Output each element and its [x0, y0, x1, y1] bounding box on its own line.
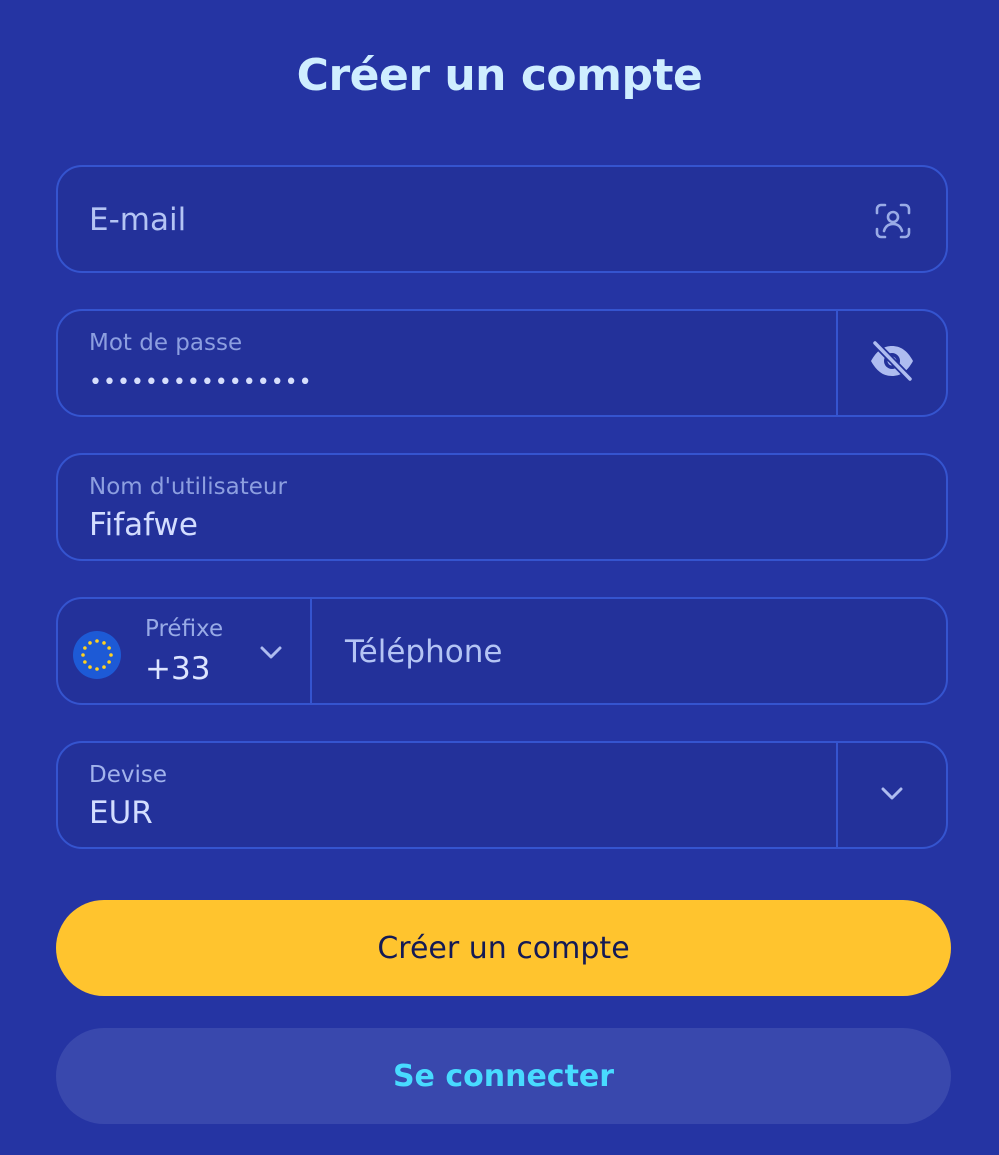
password-field[interactable]: Mot de passe ••••••••••••••••	[56, 309, 948, 417]
email-placeholder: E-mail	[89, 202, 187, 238]
email-field[interactable]: E-mail	[56, 165, 948, 273]
chevron-down-icon	[878, 779, 906, 811]
username-label: Nom d'utilisateur	[89, 474, 287, 500]
prefix-value: +33	[145, 651, 211, 687]
currency-dropdown-toggle[interactable]	[836, 743, 946, 847]
password-label: Mot de passe	[89, 330, 243, 356]
username-field[interactable]: Nom d'utilisateur Fifafwe	[56, 453, 948, 561]
prefix-label: Préfixe	[145, 616, 224, 642]
currency-value: EUR	[89, 795, 153, 831]
currency-label: Devise	[89, 762, 167, 788]
eu-flag-icon	[73, 631, 121, 679]
user-scan-icon	[874, 202, 912, 240]
phone-prefix-select[interactable]: Préfixe +33	[58, 599, 312, 703]
login-button[interactable]: Se connecter	[56, 1028, 951, 1124]
chevron-down-icon	[258, 639, 284, 665]
create-account-button[interactable]: Créer un compte	[56, 900, 951, 996]
password-value: ••••••••••••••••	[89, 370, 313, 395]
phone-field: Préfixe +33 Téléphone	[56, 597, 948, 705]
phone-input[interactable]: Téléphone	[345, 632, 502, 672]
eye-off-icon	[869, 339, 915, 385]
toggle-password-visibility-button[interactable]	[836, 311, 946, 415]
page-title: Créer un compte	[296, 50, 703, 101]
username-value: Fifafwe	[89, 507, 198, 543]
currency-select[interactable]: Devise EUR	[56, 741, 948, 849]
